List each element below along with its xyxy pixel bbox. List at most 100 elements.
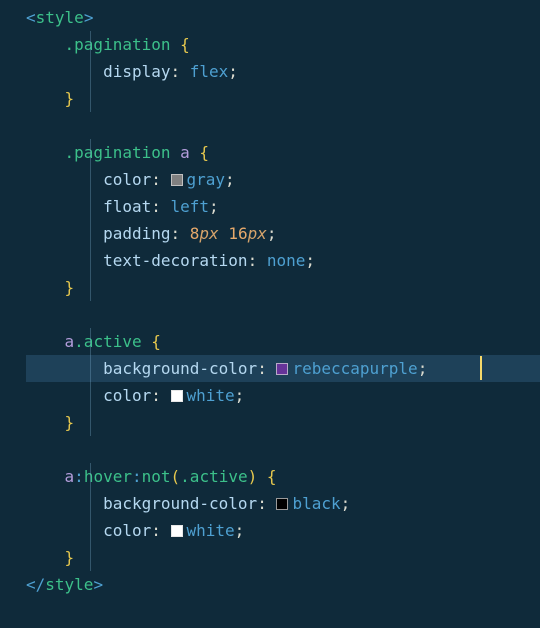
code-token — [26, 413, 65, 432]
code-line[interactable]: </style> — [26, 571, 540, 598]
text-cursor — [480, 356, 482, 380]
code-token — [171, 35, 181, 54]
color-swatch — [276, 498, 288, 510]
code-token — [26, 548, 65, 567]
code-token — [190, 143, 200, 162]
code-token: : — [151, 386, 170, 405]
code-token: < — [26, 8, 36, 27]
indent-guide — [90, 247, 91, 274]
code-token: a — [65, 467, 75, 486]
code-token: none — [267, 251, 306, 270]
code-line[interactable]: } — [26, 274, 540, 301]
code-line[interactable]: text-decoration: none; — [26, 247, 540, 274]
code-line[interactable]: a.active { — [26, 328, 540, 355]
code-token: ; — [341, 494, 351, 513]
code-token — [26, 386, 103, 405]
code-token: ( — [171, 467, 181, 486]
code-token: } — [65, 89, 75, 108]
color-swatch — [171, 390, 183, 402]
code-token: ; — [228, 62, 238, 81]
indent-guide — [90, 328, 91, 355]
indent-guide — [90, 193, 91, 220]
indent-guide — [90, 166, 91, 193]
code-token: color — [103, 521, 151, 540]
code-token: background-color — [103, 494, 257, 513]
code-editor[interactable]: <style> .pagination { display: flex; } .… — [0, 0, 540, 598]
code-token: : — [248, 251, 267, 270]
code-line[interactable]: display: flex; — [26, 58, 540, 85]
indent-guide — [90, 220, 91, 247]
code-line[interactable] — [26, 436, 540, 463]
code-token: padding — [103, 224, 170, 243]
code-token: > — [84, 8, 94, 27]
code-line[interactable] — [26, 112, 540, 139]
code-token — [26, 197, 103, 216]
code-token: float — [103, 197, 151, 216]
code-token: > — [93, 575, 103, 594]
code-token: .active — [180, 467, 247, 486]
code-token — [26, 467, 65, 486]
code-token — [26, 170, 103, 189]
code-token: : — [171, 62, 190, 81]
code-line[interactable]: } — [26, 85, 540, 112]
code-token — [257, 467, 267, 486]
code-token — [142, 332, 152, 351]
code-line[interactable]: background-color: rebeccapurple; — [26, 355, 540, 382]
code-token — [26, 251, 103, 270]
code-token: ; — [235, 386, 245, 405]
code-line[interactable]: padding: 8px 16px; — [26, 220, 540, 247]
code-line[interactable] — [26, 301, 540, 328]
code-line[interactable]: background-color: black; — [26, 490, 540, 517]
code-line[interactable]: color: white; — [26, 382, 540, 409]
code-line[interactable]: float: left; — [26, 193, 540, 220]
code-token: .active — [74, 332, 141, 351]
code-token: ; — [225, 170, 235, 189]
indent-guide — [90, 31, 91, 58]
code-token: ; — [267, 224, 277, 243]
code-token: flex — [190, 62, 229, 81]
indent-guide — [90, 85, 91, 112]
code-token: 8 — [190, 224, 200, 243]
code-token: : — [257, 494, 276, 513]
code-token: ; — [209, 197, 219, 216]
code-token: ; — [305, 251, 315, 270]
code-token: display — [103, 62, 170, 81]
code-line[interactable]: <style> — [26, 4, 540, 31]
code-token: { — [151, 332, 161, 351]
indent-guide — [90, 58, 91, 85]
code-line[interactable]: } — [26, 544, 540, 571]
indent-guide — [90, 463, 91, 490]
code-line[interactable]: .pagination { — [26, 31, 540, 58]
code-token — [26, 35, 65, 54]
code-token: a — [65, 332, 75, 351]
code-token: ; — [418, 359, 428, 378]
code-token — [26, 521, 103, 540]
code-line[interactable]: color: gray; — [26, 166, 540, 193]
code-token: .pagination — [65, 35, 171, 54]
code-token: } — [65, 413, 75, 432]
code-token — [26, 143, 65, 162]
code-token: white — [187, 386, 235, 405]
indent-guide — [90, 382, 91, 409]
code-token: white — [187, 521, 235, 540]
code-token — [26, 359, 103, 378]
code-token: px — [248, 224, 267, 243]
code-token — [26, 89, 65, 108]
code-token: : — [151, 521, 170, 540]
code-token: : — [74, 467, 84, 486]
code-token: px — [199, 224, 218, 243]
color-swatch — [171, 174, 183, 186]
code-token: 16 — [228, 224, 247, 243]
code-token — [219, 224, 229, 243]
code-token: .pagination — [65, 143, 171, 162]
code-line[interactable]: a:hover:not(.active) { — [26, 463, 540, 490]
code-token: ) — [248, 467, 258, 486]
color-swatch — [171, 525, 183, 537]
code-token: color — [103, 386, 151, 405]
code-line[interactable]: .pagination a { — [26, 139, 540, 166]
indent-guide — [90, 544, 91, 571]
indent-guide — [90, 274, 91, 301]
indent-guide — [90, 409, 91, 436]
code-line[interactable]: color: white; — [26, 517, 540, 544]
code-line[interactable]: } — [26, 409, 540, 436]
